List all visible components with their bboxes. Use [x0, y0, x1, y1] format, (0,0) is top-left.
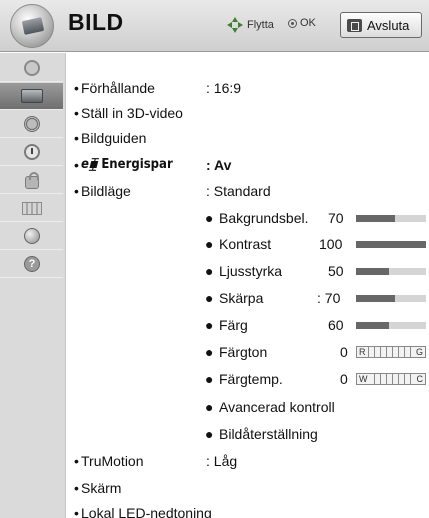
tint-label: Färgton [219, 344, 268, 360]
local-led-dimming-label: Lokal LED-nedtoning [81, 505, 212, 518]
brightness-value: 50 [328, 263, 344, 279]
backlight-value: 70 [328, 210, 344, 226]
ok-hint-label: OK [300, 17, 316, 29]
exit-button[interactable]: Avsluta [340, 12, 422, 38]
help-icon: ? [24, 256, 40, 272]
direction-arrows-icon [227, 17, 243, 33]
tint-scale-right-label: G [414, 347, 424, 357]
sidebar-item-option[interactable] [0, 195, 63, 222]
sidebar-item-lock[interactable] [0, 167, 63, 194]
color-level-bar[interactable] [356, 322, 426, 329]
option-icon [22, 202, 42, 215]
color-value: 60 [328, 317, 344, 333]
exit-button-label: Avsluta [367, 17, 410, 33]
contrast-value: 100 [319, 236, 343, 252]
tv-picture-icon [21, 89, 43, 103]
energy-saving-icon: e⧯ [81, 157, 98, 172]
screen-label: Skärm [81, 480, 122, 496]
brightness-label: Ljusstyrka [219, 263, 283, 279]
ok-button-icon [288, 18, 297, 28]
network-icon [24, 228, 40, 244]
clock-icon [24, 144, 40, 160]
speaker-icon [24, 116, 40, 132]
trumotion-value: : Låg [206, 453, 238, 469]
sidebar-item-picture[interactable] [0, 83, 63, 110]
energy-saving-value: : Av [206, 157, 232, 173]
picture-wizard-label: Bildguiden [81, 130, 147, 146]
brightness-level-bar[interactable] [356, 268, 426, 275]
aspect-ratio-label: Förhållande [81, 80, 155, 96]
temp-scale-left-label: W [358, 374, 369, 384]
sharpness-value: : 70 [317, 290, 341, 306]
backlight-level-bar[interactable] [356, 215, 426, 222]
tint-scale[interactable]: R G [356, 346, 426, 358]
trumotion-label: TruMotion [81, 453, 144, 469]
aspect-ratio-value: : 16:9 [206, 80, 242, 96]
color-temperature-scale[interactable]: W C [356, 373, 426, 385]
advanced-control-label: Avancerad kontroll [219, 399, 335, 415]
navigation-hint: Flytta [227, 17, 274, 33]
menu-header: BILD Flytta OK Avsluta [0, 0, 429, 52]
color-label: Färg [219, 317, 248, 333]
sidebar-item-network[interactable] [0, 223, 63, 250]
sidebar-item-picture-globe[interactable] [0, 55, 63, 82]
menu-title: BILD [68, 9, 124, 35]
nav-hint-label: Flytta [247, 19, 274, 31]
picture-menu-logo-icon [10, 4, 54, 48]
picture-globe-icon [24, 60, 40, 76]
sharpness-label: Skärpa [219, 290, 264, 306]
tint-scale-left-label: R [358, 347, 367, 357]
3d-video-label: Ställ in 3D-video [81, 105, 183, 121]
lock-icon [25, 172, 39, 189]
category-sidebar: ? [0, 53, 65, 518]
contrast-label: Kontrast [219, 236, 272, 252]
picture-mode-label: Bildläge [81, 183, 131, 199]
color-temperature-label: Färgtemp. [219, 371, 283, 387]
picture-settings-list: • Förhållande : 16:9 • Ställ in 3D-video… [65, 53, 429, 518]
ok-hint: OK [288, 17, 316, 29]
sharpness-level-bar[interactable] [356, 295, 426, 302]
tint-value: 0 [340, 344, 348, 360]
sidebar-item-audio[interactable] [0, 111, 63, 138]
backlight-label: Bakgrundsbel. [219, 210, 309, 226]
temp-scale-right-label: C [415, 374, 424, 384]
sidebar-item-time[interactable] [0, 139, 63, 166]
contrast-level-bar[interactable] [356, 241, 426, 248]
sidebar-item-support[interactable]: ? [0, 251, 63, 278]
picture-reset-label: Bildåterställning [219, 426, 318, 442]
color-temperature-value: 0 [340, 371, 348, 387]
picture-mode-value: : Standard [206, 183, 271, 199]
energy-saving-label: Energispar [101, 157, 173, 172]
exit-icon [347, 18, 362, 32]
